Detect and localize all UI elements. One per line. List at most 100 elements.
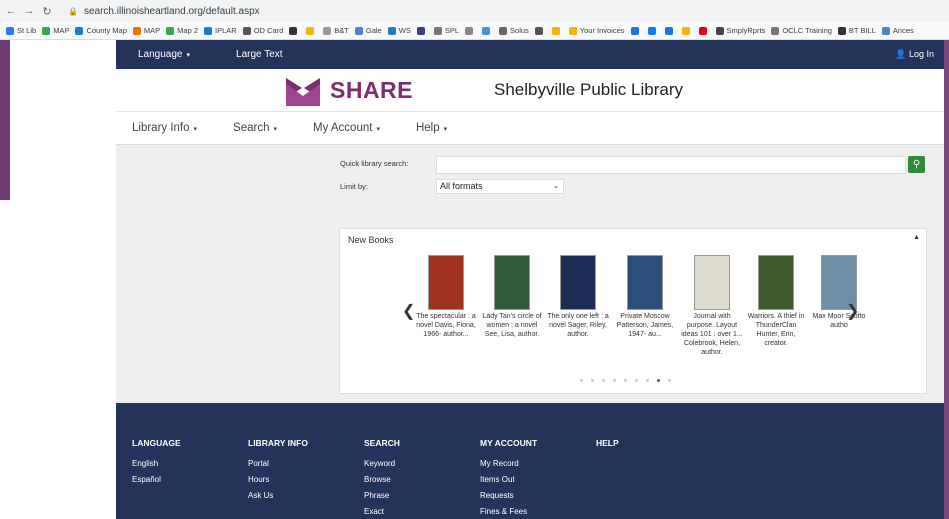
bookmark-item[interactable] bbox=[630, 26, 642, 35]
collapse-icon[interactable]: ▲ bbox=[913, 234, 920, 241]
bookmark-item[interactable]: Gale bbox=[354, 26, 382, 35]
bookmark-item[interactable]: Map 2 bbox=[166, 26, 198, 35]
book-cover-image[interactable] bbox=[627, 255, 663, 310]
search-icon: ⚲ bbox=[912, 159, 921, 170]
book-item[interactable]: The only one left : a novel Sager, Riley… bbox=[546, 255, 610, 339]
bookmark-favicon-icon bbox=[551, 26, 560, 35]
bookmark-item[interactable] bbox=[289, 26, 300, 35]
bookmark-item[interactable]: IPLAR bbox=[204, 26, 237, 35]
book-caption[interactable]: The spectacular : a novel Davis, Fiona, … bbox=[414, 312, 478, 339]
bookmark-item[interactable]: SPL bbox=[433, 26, 459, 35]
book-item[interactable]: Lady Tan's circle of women : a novel See… bbox=[480, 255, 544, 339]
bookmark-item[interactable] bbox=[465, 26, 476, 35]
menu-label: Search bbox=[233, 122, 270, 134]
footer-link[interactable]: Keyword bbox=[364, 459, 400, 468]
bookmark-label: OD Card bbox=[253, 26, 284, 35]
footer-link[interactable]: Exact bbox=[364, 507, 400, 516]
carousel-dot[interactable] bbox=[646, 379, 649, 382]
new-books-carousel: New Books ▲ ❮ The spectacular : a novel … bbox=[339, 228, 927, 394]
bookmark-label: St Lib bbox=[17, 26, 37, 35]
book-caption[interactable]: Private Moscow Patterson, James, 1947- a… bbox=[613, 312, 677, 339]
bookmark-item[interactable] bbox=[647, 26, 659, 35]
book-cover-image[interactable] bbox=[694, 255, 730, 310]
bookmark-item[interactable] bbox=[416, 26, 428, 35]
bookmark-label: MAP bbox=[143, 26, 161, 35]
menu-help[interactable]: Help ▾ bbox=[416, 122, 447, 134]
book-caption[interactable]: Journal with purpose. Layout ideas 101 :… bbox=[680, 312, 744, 357]
large-text-link[interactable]: Large Text bbox=[236, 49, 283, 60]
footer-link[interactable]: Hours bbox=[248, 475, 308, 484]
bookmark-item[interactable]: MAP bbox=[42, 26, 69, 35]
footer-link[interactable]: Portal bbox=[248, 459, 308, 468]
carousel-dot[interactable] bbox=[591, 379, 594, 382]
footer-link[interactable]: Browse bbox=[364, 475, 400, 484]
bookmark-item[interactable]: WS bbox=[387, 26, 411, 35]
carousel-dot[interactable] bbox=[668, 379, 671, 382]
limit-by-select[interactable]: All formats ⌄ bbox=[436, 179, 564, 194]
footer-link[interactable]: Items Out bbox=[480, 475, 537, 484]
bookmark-item[interactable]: St Lib bbox=[6, 26, 36, 35]
back-icon[interactable]: ← bbox=[4, 5, 18, 17]
footer-link[interactable]: English bbox=[132, 459, 181, 468]
carousel-next-icon[interactable]: ❯ bbox=[846, 301, 859, 321]
quick-search-input[interactable] bbox=[436, 156, 906, 174]
reload-icon[interactable]: ↻ bbox=[40, 5, 54, 18]
bookmark-item[interactable]: Your Invoices bbox=[568, 26, 625, 35]
book-item[interactable]: The spectacular : a novel Davis, Fiona, … bbox=[414, 255, 478, 339]
book-cover-image[interactable] bbox=[758, 255, 794, 310]
book-caption[interactable]: Lady Tan's circle of women : a novel See… bbox=[480, 312, 544, 339]
carousel-dots bbox=[580, 379, 679, 382]
bookmark-item[interactable] bbox=[664, 26, 676, 35]
bookmark-item[interactable]: Ances bbox=[881, 26, 914, 35]
bookmark-item[interactable]: OD Card bbox=[242, 26, 284, 35]
book-caption[interactable]: Warriors. A thief in ThunderClan Hunter,… bbox=[744, 312, 808, 348]
bookmark-item[interactable] bbox=[482, 26, 493, 35]
bookmark-item[interactable]: MAP bbox=[132, 26, 161, 35]
book-caption[interactable]: The only one left : a novel Sager, Riley… bbox=[546, 312, 610, 339]
book-item[interactable]: Private Moscow Patterson, James, 1947- a… bbox=[613, 255, 677, 339]
menu-search[interactable]: Search ▾ bbox=[233, 122, 277, 134]
book-item[interactable]: Warriors. A thief in ThunderClan Hunter,… bbox=[744, 255, 808, 348]
book-caption[interactable]: Max Moor Scotto autho bbox=[807, 312, 871, 330]
carousel-dot[interactable] bbox=[613, 379, 616, 382]
book-cover-image[interactable] bbox=[494, 255, 530, 310]
book-item[interactable]: Journal with purpose. Layout ideas 101 :… bbox=[680, 255, 744, 357]
bookmark-item[interactable]: Solus bbox=[499, 26, 529, 35]
footer-heading: SEARCH bbox=[364, 438, 400, 448]
url-text[interactable]: search.illinoisheartland.org/default.asp… bbox=[84, 6, 260, 17]
limit-by-label: Limit by: bbox=[340, 182, 368, 191]
bookmark-item[interactable] bbox=[698, 26, 710, 35]
bookmark-item[interactable]: County Map bbox=[75, 26, 127, 35]
menu-library-info[interactable]: Library Info ▾ bbox=[132, 122, 197, 134]
carousel-dot[interactable] bbox=[580, 379, 583, 382]
language-menu[interactable]: Language ▾ bbox=[138, 49, 190, 60]
footer-link[interactable]: Ask Us bbox=[248, 491, 308, 500]
carousel-dot[interactable] bbox=[657, 379, 660, 382]
bookmark-item[interactable] bbox=[534, 26, 546, 35]
login-link[interactable]: 👤 Log In bbox=[895, 49, 934, 60]
book-cover-image[interactable] bbox=[560, 255, 596, 310]
footer-link[interactable]: Fines & Fees bbox=[480, 507, 537, 516]
share-logo[interactable]: SHARE bbox=[284, 72, 428, 109]
footer-link[interactable]: Phrase bbox=[364, 491, 400, 500]
carousel-dot[interactable] bbox=[635, 379, 638, 382]
carousel-dot[interactable] bbox=[602, 379, 605, 382]
bookmark-item[interactable]: B&T bbox=[323, 26, 349, 35]
logo-text: SHARE bbox=[330, 77, 414, 103]
bookmark-item[interactable]: OCLC Training bbox=[771, 26, 832, 35]
menu-my-account[interactable]: My Account ▾ bbox=[313, 122, 380, 134]
footer-link[interactable]: Español bbox=[132, 475, 181, 484]
book-cover-image[interactable] bbox=[428, 255, 464, 310]
bookmark-item[interactable] bbox=[681, 26, 693, 35]
footer-link[interactable]: My Record bbox=[480, 459, 537, 468]
bookmark-item[interactable] bbox=[306, 26, 317, 35]
bookmark-item[interactable]: SmplyRprts bbox=[715, 26, 765, 35]
footer-column: LANGUAGE English Español bbox=[132, 438, 181, 491]
bookmark-item[interactable]: BT BILL bbox=[837, 26, 876, 35]
bookmark-item[interactable] bbox=[551, 26, 563, 35]
forward-icon[interactable]: → bbox=[22, 5, 36, 17]
search-button[interactable]: ⚲ bbox=[908, 156, 925, 173]
footer-link[interactable]: Requests bbox=[480, 491, 537, 500]
book-item[interactable]: Max Moor Scotto autho bbox=[807, 255, 871, 330]
carousel-dot[interactable] bbox=[624, 379, 627, 382]
